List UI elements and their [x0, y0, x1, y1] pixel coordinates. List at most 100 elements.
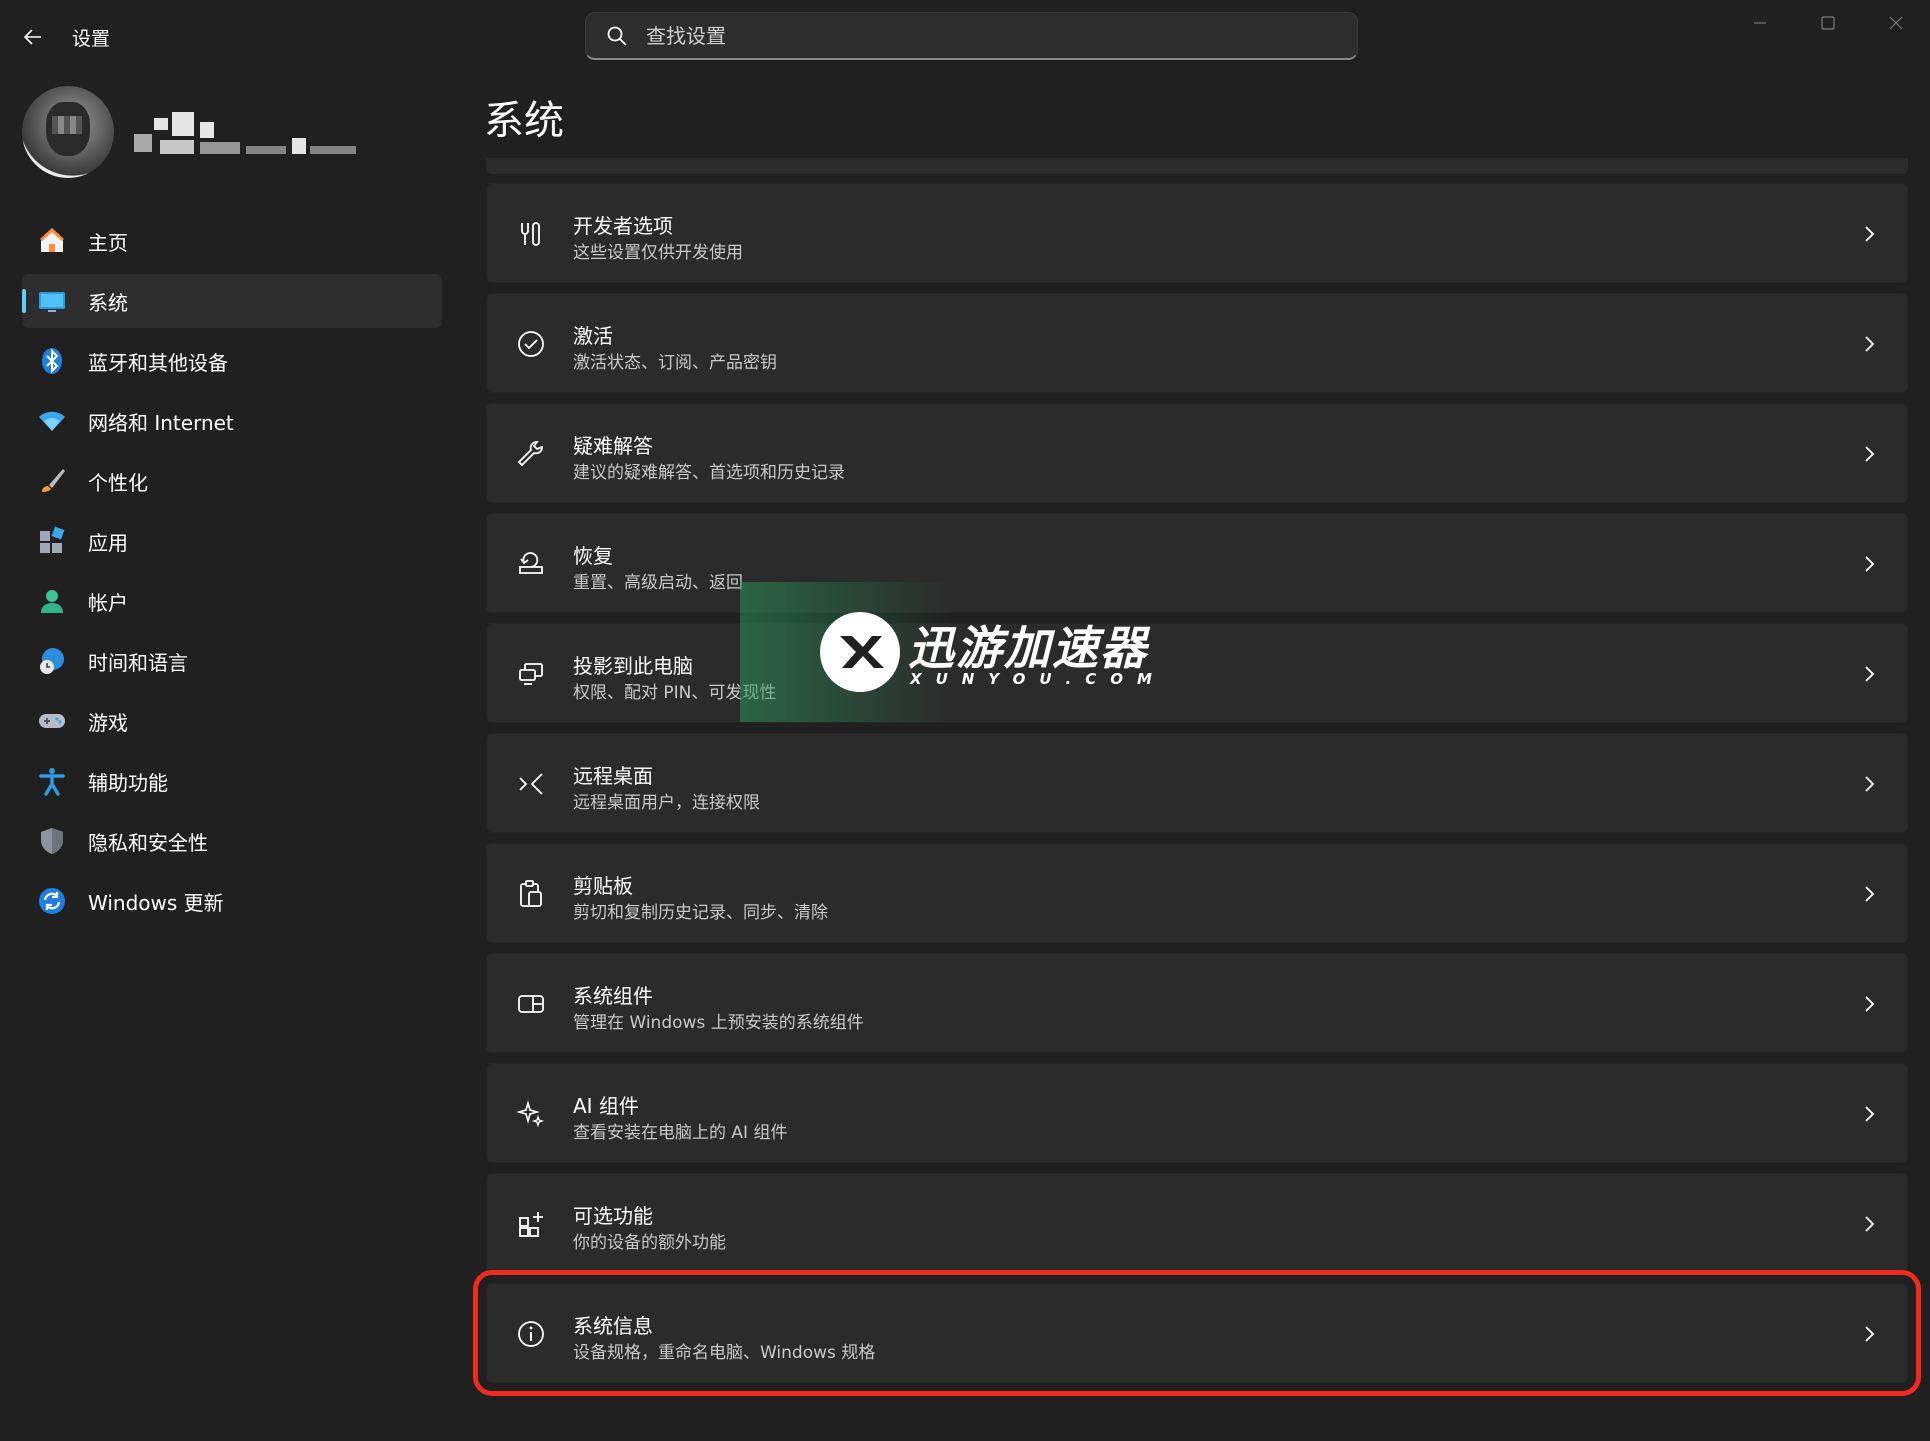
xunyou-logo-icon	[820, 612, 900, 692]
chevron-right-icon	[1855, 1320, 1883, 1348]
card-ai-components[interactable]: AI 组件 查看安装在电脑上的 AI 组件	[486, 1063, 1908, 1163]
sidebar-nav: 主页 系统 蓝牙和其他设备 网络和 Internet 个性化 应用 帐户 时间和…	[22, 214, 442, 934]
card-subtitle: 管理在 Windows 上预安装的系统组件	[573, 1013, 864, 1033]
card-title: AI 组件	[573, 1094, 639, 1118]
card-title: 投影到此电脑	[573, 654, 693, 678]
sidebar-item-accounts[interactable]: 帐户	[22, 574, 442, 628]
page-title: 系统	[484, 98, 564, 144]
sidebar-item-apps[interactable]: 应用	[22, 514, 442, 568]
card-subtitle: 设备规格，重命名电脑、Windows 规格	[573, 1343, 876, 1363]
sidebar-item-gaming[interactable]: 游戏	[22, 694, 442, 748]
chevron-right-icon	[1855, 220, 1883, 248]
recovery-icon	[511, 544, 551, 584]
wifi-icon	[36, 405, 68, 437]
maximize-icon	[1821, 16, 1835, 30]
watermark-name: 迅游加速器	[908, 621, 1148, 675]
shield-icon	[36, 825, 68, 857]
close-button[interactable]	[1862, 0, 1930, 46]
minimize-icon	[1754, 22, 1766, 24]
search-box[interactable]	[585, 12, 1358, 60]
gamepad-icon	[36, 705, 68, 737]
card-optional-features[interactable]: 可选功能 你的设备的额外功能	[486, 1173, 1908, 1273]
remote-desktop-icon	[511, 764, 551, 804]
chevron-right-icon	[1855, 660, 1883, 688]
card-title: 开发者选项	[573, 214, 673, 238]
wrench-icon	[511, 434, 551, 474]
sidebar-item-windows-update[interactable]: Windows 更新	[22, 874, 442, 928]
sidebar-item-label: 蓝牙和其他设备	[88, 350, 228, 375]
accessibility-icon	[36, 765, 68, 797]
card-title: 远程桌面	[573, 764, 653, 788]
card-troubleshoot[interactable]: 疑难解答 建议的疑难解答、首选项和历史记录	[486, 403, 1908, 503]
paintbrush-icon	[36, 465, 68, 497]
card-subtitle: 重置、高级启动、返回	[573, 573, 743, 593]
window-controls	[1726, 0, 1930, 46]
sidebar-item-label: 隐私和安全性	[88, 830, 208, 855]
sidebar-item-home[interactable]: 主页	[22, 214, 442, 268]
apps-icon	[36, 525, 68, 557]
profile-name-redacted	[134, 112, 374, 154]
sidebar-item-network[interactable]: 网络和 Internet	[22, 394, 442, 448]
card-recovery[interactable]: 恢复 重置、高级启动、返回	[486, 513, 1908, 613]
card-remote-desktop[interactable]: 远程桌面 远程桌面用户，连接权限	[486, 733, 1908, 833]
card-title: 剪贴板	[573, 874, 633, 898]
chevron-right-icon	[1855, 440, 1883, 468]
card-activation[interactable]: 激活 激活状态、订阅、产品密钥	[486, 293, 1908, 393]
card-title: 疑难解答	[573, 434, 653, 458]
system-components-icon	[511, 984, 551, 1024]
watermark-url: XUNYOU.COM	[910, 670, 1166, 688]
sidebar-item-label: 系统	[88, 290, 128, 315]
card-developer-options[interactable]: 开发者选项 这些设置仅供开发使用	[486, 183, 1908, 283]
card-title: 激活	[573, 324, 613, 348]
card-subtitle: 剪切和复制历史记录、同步、清除	[573, 903, 828, 923]
card-system-components[interactable]: 系统组件 管理在 Windows 上预安装的系统组件	[486, 953, 1908, 1053]
search-icon	[604, 23, 630, 49]
watermark: 迅游加速器 XUNYOU.COM	[740, 582, 1160, 722]
windows-update-icon	[36, 885, 68, 917]
sparkle-icon	[511, 1094, 551, 1134]
user-profile[interactable]	[22, 86, 422, 181]
sidebar-item-label: 帐户	[88, 590, 128, 615]
system-monitor-icon	[36, 285, 68, 317]
card-project-to-pc[interactable]: 投影到此电脑 权限、配对 PIN、可发现性	[486, 623, 1908, 723]
close-icon	[1889, 16, 1903, 30]
sidebar-item-personalization[interactable]: 个性化	[22, 454, 442, 508]
sidebar-item-label: 应用	[88, 530, 128, 555]
sidebar-item-label: Windows 更新	[88, 890, 224, 915]
card-subtitle: 激活状态、订阅、产品密钥	[573, 353, 777, 373]
chevron-right-icon	[1855, 880, 1883, 908]
sidebar-item-label: 辅助功能	[88, 770, 168, 795]
sidebar-item-bluetooth[interactable]: 蓝牙和其他设备	[22, 334, 442, 388]
project-to-pc-icon	[511, 654, 551, 694]
time-language-icon	[36, 645, 68, 677]
avatar	[22, 86, 114, 178]
sidebar-item-time-language[interactable]: 时间和语言	[22, 634, 442, 688]
sidebar-item-label: 网络和 Internet	[88, 410, 234, 435]
card-system-info[interactable]: 系统信息 设备规格，重命名电脑、Windows 规格	[473, 1270, 1921, 1396]
back-button[interactable]	[18, 22, 48, 52]
back-arrow-icon	[23, 29, 41, 45]
search-input[interactable]	[644, 22, 1298, 49]
developer-tools-icon	[511, 214, 551, 254]
minimize-button[interactable]	[1726, 0, 1794, 46]
sidebar-item-label: 时间和语言	[88, 650, 188, 675]
card-subtitle: 建议的疑难解答、首选项和历史记录	[573, 463, 845, 483]
card-title: 可选功能	[573, 1204, 653, 1228]
sidebar-item-label: 个性化	[88, 470, 148, 495]
card-subtitle: 远程桌面用户，连接权限	[573, 793, 760, 813]
card-title: 系统组件	[573, 984, 653, 1008]
sidebar-item-privacy-security[interactable]: 隐私和安全性	[22, 814, 442, 868]
sidebar-item-label: 游戏	[88, 710, 128, 735]
title-bar: 设置	[0, 0, 1930, 72]
partial-card-above	[486, 158, 1908, 174]
chevron-right-icon	[1855, 1210, 1883, 1238]
card-title: 恢复	[573, 544, 613, 568]
bluetooth-icon	[36, 345, 68, 377]
sidebar-item-system[interactable]: 系统	[22, 274, 442, 328]
chevron-right-icon	[1855, 550, 1883, 578]
chevron-right-icon	[1855, 330, 1883, 358]
card-clipboard[interactable]: 剪贴板 剪切和复制历史记录、同步、清除	[486, 843, 1908, 943]
card-subtitle: 查看安装在电脑上的 AI 组件	[573, 1123, 788, 1143]
maximize-button[interactable]	[1794, 0, 1862, 46]
sidebar-item-accessibility[interactable]: 辅助功能	[22, 754, 442, 808]
